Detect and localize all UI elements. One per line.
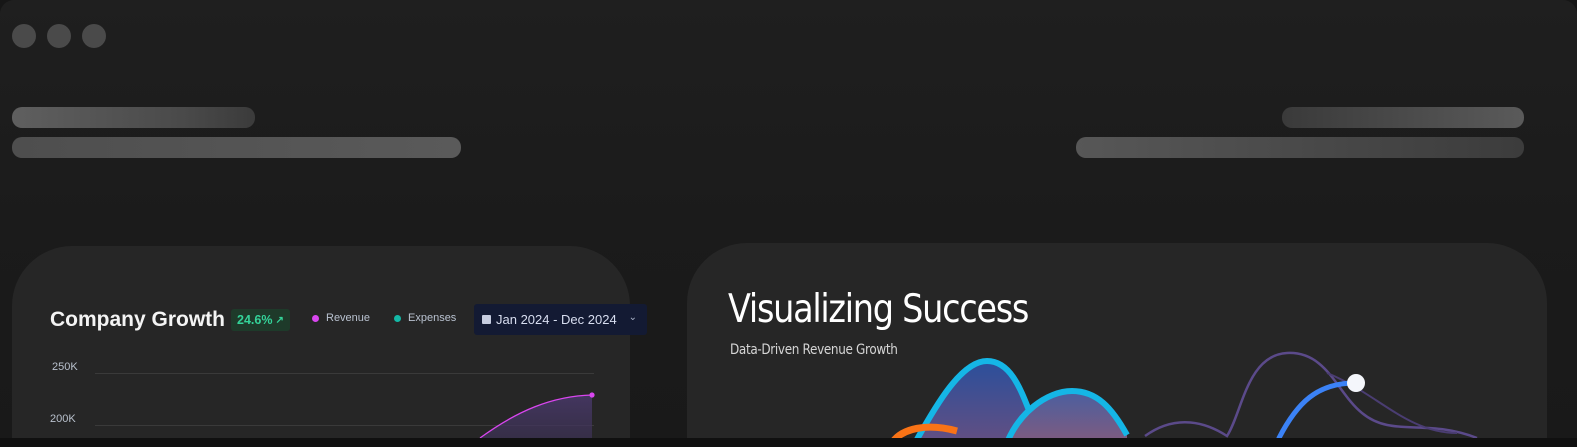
visualizing-art bbox=[889, 351, 1478, 440]
minimize-window-button[interactable] bbox=[47, 24, 71, 48]
loading-placeholder-title bbox=[12, 107, 255, 128]
growth-chart-plot bbox=[479, 392, 595, 440]
close-window-button[interactable] bbox=[12, 24, 36, 48]
app-window: Company Growth 24.6% ↗ Revenue Expenses … bbox=[0, 0, 1577, 440]
company-growth-card: Company Growth 24.6% ↗ Revenue Expenses … bbox=[12, 246, 647, 440]
trend-highlight-point bbox=[1347, 374, 1365, 392]
revenue-point bbox=[589, 392, 595, 398]
visualizing-success-card: Visualizing Success Data-Driven Revenue … bbox=[687, 243, 1547, 440]
revenue-area bbox=[480, 395, 592, 440]
maximize-window-button[interactable] bbox=[82, 24, 106, 48]
bottom-edge bbox=[0, 438, 1577, 447]
window-controls bbox=[12, 24, 106, 48]
loading-placeholder-right-bottom bbox=[1076, 137, 1524, 158]
loading-placeholder-right-top bbox=[1282, 107, 1524, 128]
loading-placeholder-subtitle bbox=[12, 137, 461, 158]
